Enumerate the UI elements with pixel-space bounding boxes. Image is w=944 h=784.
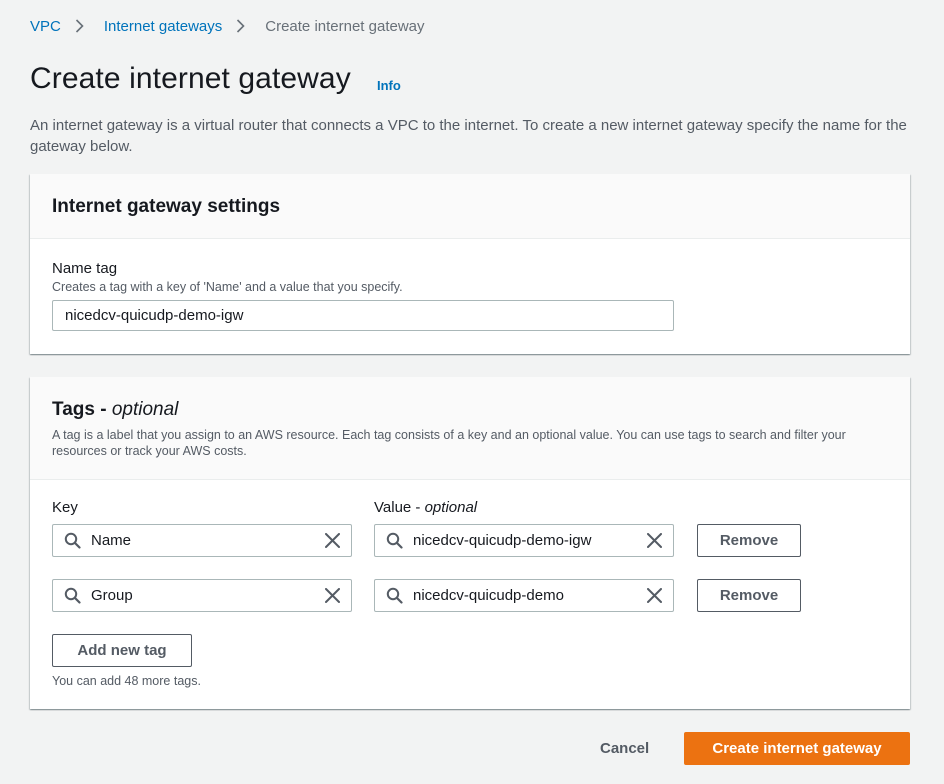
breadcrumb-internet-gateways-link[interactable]: Internet gateways — [104, 18, 222, 35]
page-title: Create internet gateway — [30, 62, 351, 95]
breadcrumb: VPC Internet gateways Create internet ga… — [30, 16, 425, 36]
chevron-right-icon — [75, 19, 85, 33]
key-column-label: Key — [52, 499, 78, 516]
tags-panel: Tags - optional A tag is a label that yo… — [30, 377, 910, 709]
tags-description: A tag is a label that you assign to an A… — [52, 428, 846, 458]
breadcrumb-vpc-link[interactable]: VPC — [30, 18, 61, 35]
search-icon — [385, 532, 403, 550]
value-column-optional: optional — [424, 499, 478, 516]
close-icon[interactable] — [645, 532, 663, 550]
settings-panel: Internet gateway settings Name tag Creat… — [30, 174, 910, 354]
tags-heading-optional: optional — [111, 399, 179, 420]
close-icon[interactable] — [323, 532, 341, 550]
tag-value-input[interactable]: nicedcv-quicudp-demo — [374, 579, 674, 612]
remove-tag-button[interactable]: Remove — [697, 524, 801, 557]
search-icon — [63, 532, 81, 550]
tags-remaining-hint: You can add 48 more tags. — [52, 674, 201, 688]
name-tag-label: Name tag — [52, 260, 118, 277]
info-link[interactable]: Info — [377, 78, 401, 93]
tag-key-input[interactable]: Group — [52, 579, 352, 612]
tag-value-value: nicedcv-quicudp-demo-igw — [413, 532, 592, 549]
settings-panel-header: Internet gateway settings — [30, 174, 910, 239]
tag-key-input[interactable]: Name — [52, 524, 352, 557]
name-tag-value: nicedcv-quicudp-demo-igw — [65, 307, 244, 324]
remove-tag-button[interactable]: Remove — [697, 579, 801, 612]
name-tag-hint: Creates a tag with a key of 'Name' and a… — [52, 280, 403, 294]
tag-key-value: Group — [91, 587, 133, 604]
chevron-right-icon — [236, 19, 246, 33]
search-icon — [63, 587, 81, 605]
search-icon — [385, 587, 403, 605]
cancel-button[interactable]: Cancel — [600, 740, 649, 757]
tag-value-value: nicedcv-quicudp-demo — [413, 587, 564, 604]
page-description: An internet gateway is a virtual router … — [30, 117, 907, 155]
close-icon[interactable] — [323, 587, 341, 605]
close-icon[interactable] — [645, 587, 663, 605]
name-tag-input[interactable]: nicedcv-quicudp-demo-igw — [52, 300, 674, 331]
tags-heading: Tags - optional — [52, 399, 179, 420]
tag-key-value: Name — [91, 532, 132, 549]
value-column-label: Value - optional — [374, 499, 478, 516]
tags-panel-header: Tags - optional A tag is a label that yo… — [30, 377, 910, 480]
settings-heading: Internet gateway settings — [52, 196, 281, 217]
create-internet-gateway-button[interactable]: Create internet gateway — [684, 732, 910, 765]
breadcrumb-current: Create internet gateway — [265, 17, 425, 35]
tag-value-input[interactable]: nicedcv-quicudp-demo-igw — [374, 524, 674, 557]
add-new-tag-button[interactable]: Add new tag — [52, 634, 192, 667]
